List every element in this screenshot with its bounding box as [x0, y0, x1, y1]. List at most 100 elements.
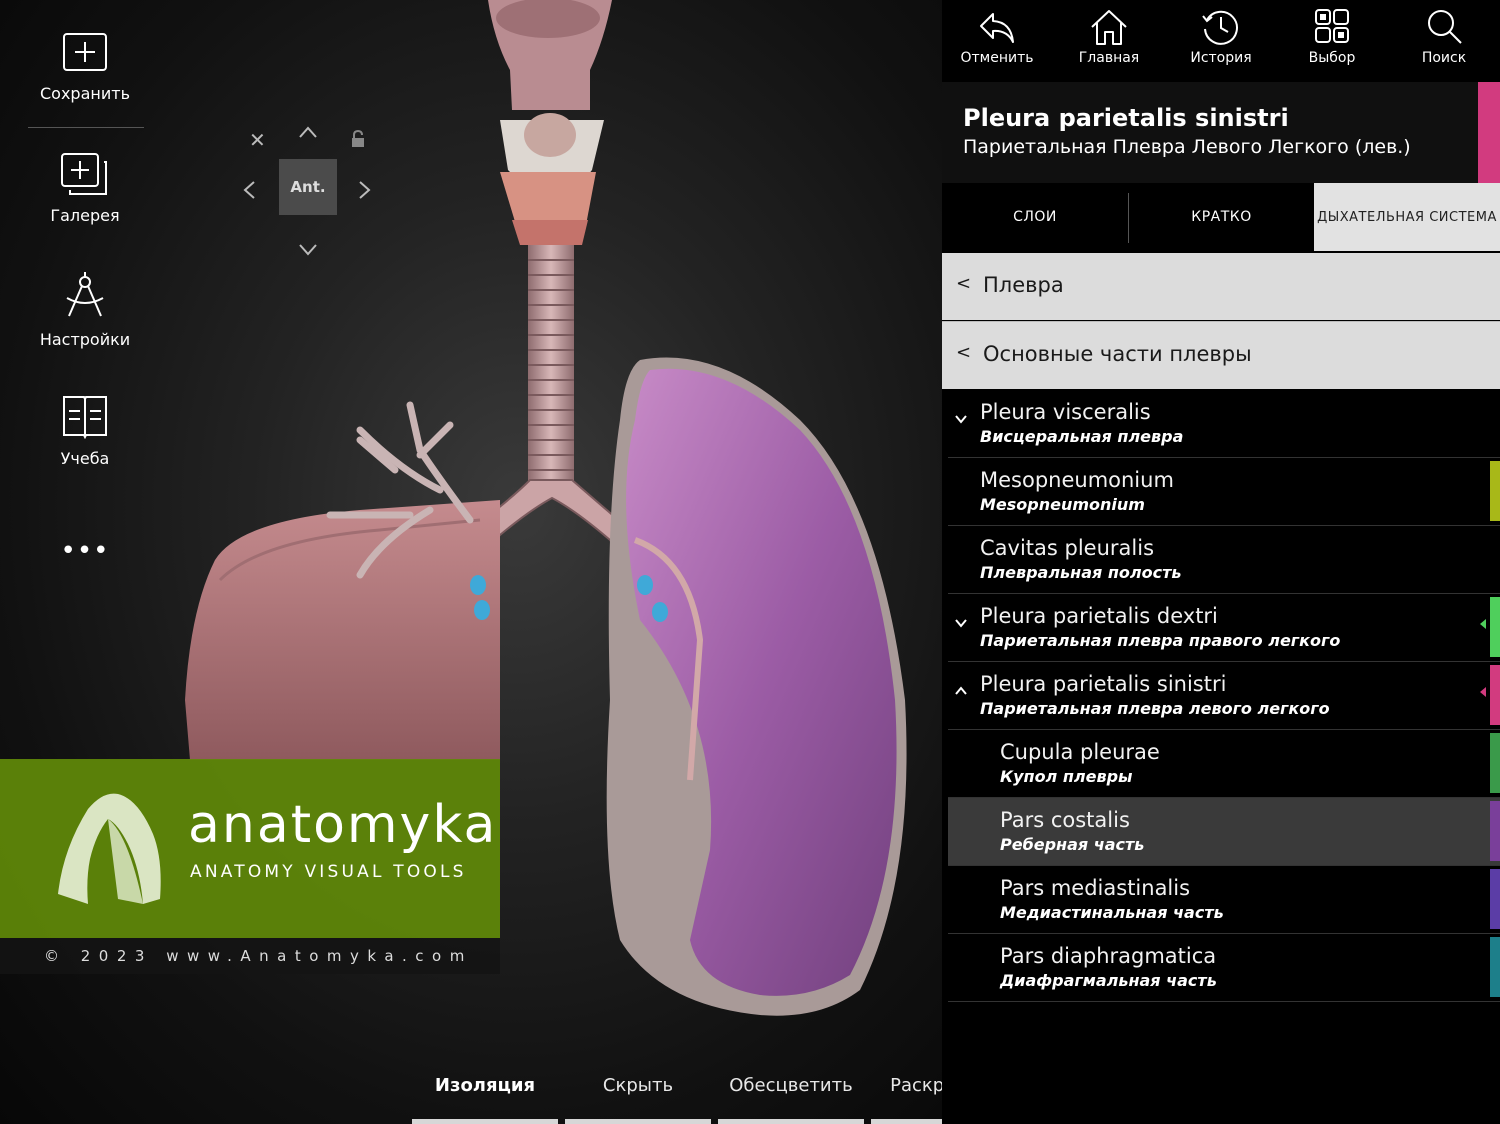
- chevron-left-icon[interactable]: [242, 180, 256, 203]
- gallery-button[interactable]: Галерея: [0, 152, 170, 225]
- list-item[interactable]: Pars diaphragmatica Диафрагмальная часть: [948, 934, 1500, 1002]
- item-russian-name: Висцеральная плевра: [980, 427, 1184, 446]
- selection-arrow-icon: [1480, 687, 1486, 697]
- item-latin-name: Pars mediastinalis: [1000, 876, 1191, 900]
- anatomyka-logo: [58, 793, 161, 904]
- history-icon: [1202, 10, 1238, 45]
- structure-color-stripe: [1478, 82, 1500, 183]
- breadcrumb-main-parts[interactable]: < Основные части плевры: [942, 321, 1500, 389]
- select-button[interactable]: Выбор: [1287, 8, 1377, 66]
- item-latin-name: Pleura visceralis: [980, 400, 1151, 424]
- color-marker: [1490, 733, 1500, 793]
- button-underline: [565, 1119, 711, 1124]
- chevron-right-icon[interactable]: [358, 180, 372, 203]
- list-item[interactable]: Pleura visceralis Висцеральная плевра: [948, 390, 1500, 458]
- button-underline: [412, 1119, 558, 1124]
- chevron-down-icon: [955, 619, 967, 628]
- chevron-up-icon: [955, 686, 967, 695]
- save-label: Сохранить: [40, 84, 130, 103]
- breadcrumb-label: Плевра: [983, 273, 1064, 297]
- list-item[interactable]: Cupula pleurae Купол плевры: [948, 730, 1500, 798]
- plus-square-icon: [63, 33, 107, 71]
- item-latin-name: Pars diaphragmatica: [1000, 944, 1217, 968]
- left-sidebar: Сохранить Галерея Настройки Учеба •••: [0, 0, 170, 600]
- item-latin-name: Pars costalis: [1000, 808, 1130, 832]
- gallery-add-icon: [61, 153, 107, 195]
- home-label: Главная: [1078, 50, 1140, 66]
- color-marker: [1490, 937, 1500, 997]
- structure-subtitle: Париетальная Плевра Левого Легкого (лев.…: [963, 136, 1411, 158]
- breadcrumb-pleura[interactable]: < Плевра: [942, 253, 1500, 320]
- chevron-left-icon: <: [956, 273, 972, 294]
- chevron-down-icon: [955, 415, 967, 424]
- lock-icon[interactable]: [351, 129, 365, 151]
- item-russian-name: Париетальная плевра левого легкого: [980, 699, 1330, 718]
- list-item[interactable]: Cavitas pleuralis Плевральная полость: [948, 526, 1500, 594]
- search-icon: [1428, 10, 1462, 44]
- color-marker: [1490, 597, 1500, 657]
- gallery-label: Галерея: [50, 206, 120, 225]
- hide-button[interactable]: Скрыть: [563, 1060, 713, 1124]
- undo-label: Отменить: [960, 50, 1034, 66]
- settings-label: Настройки: [39, 330, 131, 349]
- grid-select-icon: [1315, 9, 1349, 43]
- button-underline: [871, 1119, 942, 1124]
- home-icon: [1091, 10, 1127, 45]
- list-item[interactable]: Pars mediastinalis Медиастинальная часть: [948, 866, 1500, 934]
- colorize-label: Раскрасить: [890, 1075, 942, 1096]
- color-marker: [1490, 869, 1500, 929]
- color-marker: [1490, 665, 1500, 725]
- colorize-button[interactable]: Раскрасить: [869, 1060, 942, 1124]
- button-underline: [718, 1119, 864, 1124]
- history-button[interactable]: История: [1176, 8, 1266, 66]
- top-toolbar: Отменить Главная История Выбор Поиск: [942, 0, 1500, 82]
- bottom-action-bar: Изоляция Скрыть Обесцветить Раскрасить: [410, 1060, 942, 1124]
- breadcrumb-label: Основные части плевры: [983, 342, 1252, 366]
- search-label: Поиск: [1421, 50, 1467, 66]
- selection-arrow-icon: [1480, 619, 1486, 629]
- panel-tabs: СЛОИ КРАТКО ДЫХАТЕЛЬНАЯ СИСТЕМА: [942, 183, 1500, 251]
- chevron-down-icon[interactable]: [298, 240, 318, 260]
- history-label: История: [1190, 50, 1252, 66]
- list-item[interactable]: Pleura parietalis dextri Париетальная пл…: [948, 594, 1500, 662]
- structure-header: Pleura parietalis sinistri Париетальная …: [942, 82, 1500, 183]
- more-button[interactable]: •••: [0, 536, 170, 566]
- undo-button[interactable]: Отменить: [952, 8, 1042, 66]
- close-icon[interactable]: ✕: [249, 130, 266, 150]
- item-russian-name: Медиастинальная часть: [1000, 903, 1224, 922]
- list-item[interactable]: Mesopneumonium Mesopneumonium: [948, 458, 1500, 526]
- undo-icon: [980, 13, 1014, 43]
- search-button[interactable]: Поиск: [1399, 8, 1489, 66]
- view-orientation-cube[interactable]: ✕ Ant.: [236, 118, 386, 268]
- tab-layers[interactable]: СЛОИ: [942, 183, 1128, 251]
- watermark-copyright: © 2023 www.Anatomyka.com: [0, 938, 500, 974]
- chevron-left-icon: <: [956, 342, 972, 363]
- anterior-view-face[interactable]: Ant.: [279, 159, 337, 215]
- hide-label: Скрыть: [602, 1075, 674, 1096]
- isolate-label: Изоляция: [434, 1075, 536, 1096]
- book-icon: [63, 396, 107, 439]
- item-russian-name: Реберная часть: [1000, 835, 1145, 854]
- home-button[interactable]: Главная: [1064, 8, 1154, 66]
- chevron-up-icon[interactable]: [298, 122, 318, 142]
- study-button[interactable]: Учеба: [0, 393, 170, 468]
- compass-icon: [66, 272, 104, 317]
- tab-brief[interactable]: КРАТКО: [1129, 183, 1314, 251]
- structure-title: Pleura parietalis sinistri: [963, 104, 1289, 132]
- item-latin-name: Pleura parietalis dextri: [980, 604, 1218, 628]
- item-russian-name: Диафрагмальная часть: [1000, 971, 1217, 990]
- item-latin-name: Cavitas pleuralis: [980, 536, 1155, 560]
- color-marker: [1490, 801, 1500, 861]
- save-button[interactable]: Сохранить: [0, 32, 170, 103]
- item-russian-name: Париетальная плевра правого легкого: [980, 631, 1341, 650]
- tab-respiratory-system[interactable]: ДЫХАТЕЛЬНАЯ СИСТЕМА: [1314, 183, 1500, 251]
- anatomy-viewport[interactable]: Сохранить Галерея Настройки Учеба ••• ✕ …: [0, 0, 942, 1124]
- color-marker: [1490, 461, 1500, 521]
- isolate-button[interactable]: Изоляция: [410, 1060, 560, 1124]
- settings-button[interactable]: Настройки: [0, 272, 170, 349]
- item-russian-name: Купол плевры: [1000, 767, 1133, 786]
- list-item[interactable]: Pleura parietalis sinistri Париетальная …: [948, 662, 1500, 730]
- list-item-selected[interactable]: Pars costalis Реберная часть: [948, 798, 1500, 866]
- decolor-button[interactable]: Обесцветить: [716, 1060, 866, 1124]
- sidebar-divider: [28, 127, 144, 128]
